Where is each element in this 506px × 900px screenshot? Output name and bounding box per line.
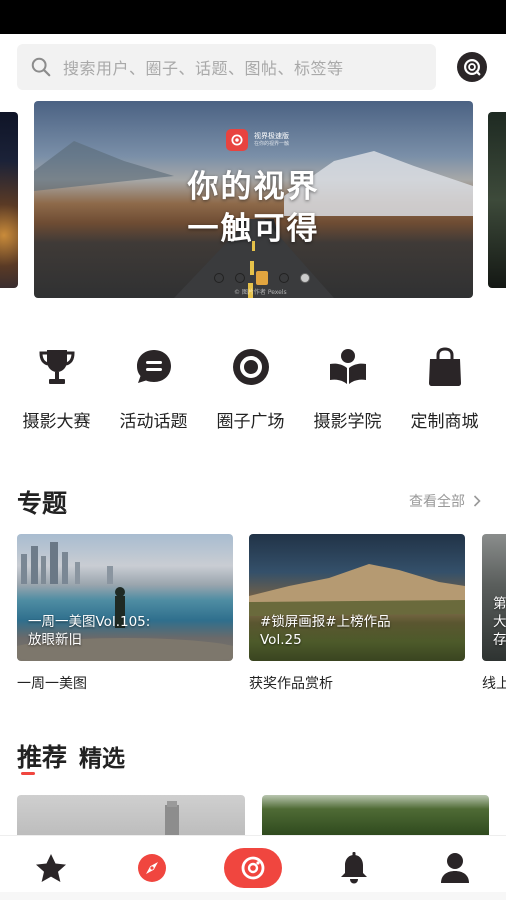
trophy-icon [37,345,77,389]
view-all-link[interactable]: 查看全部 [409,491,481,511]
banner-title-line1: 你的视界 [187,169,320,205]
banner-pagination [214,271,321,285]
topic-overlay-line: 存 [493,632,506,648]
active-tab-indicator [21,772,35,775]
topic-image: 第 大 存 [482,534,506,661]
banner-dot[interactable] [279,273,289,283]
compass-icon [137,853,166,882]
nav-favorites[interactable] [0,836,101,900]
category-label: 摄影学院 [313,412,382,432]
topic-card[interactable]: 一周一美图Vol.105: 放眼新旧 一周一美图 [17,534,233,693]
category-label: 活动话题 [119,412,188,432]
banner-prev-slide[interactable] [0,112,18,288]
topic-overlay-line: 放眼新旧 [28,632,82,648]
category-activity-topic[interactable]: 活动话题 [105,345,202,432]
status-bar [0,0,506,34]
brand-logo-icon [226,129,248,151]
topic-overlay: 第 大 存 [493,595,506,649]
bottom-nav [0,835,506,900]
topic-overlay-line: 一周一美图Vol.105: [28,614,151,630]
bell-icon [341,851,368,883]
category-photo-academy[interactable]: 摄影学院 [299,345,396,432]
banner-dot-active[interactable] [256,271,268,285]
topics-carousel: 一周一美图Vol.105: 放眼新旧 一周一美图 #锁屏画报#上榜作品 Vol.… [17,534,506,694]
banner-title-line2: 一触可得 [187,211,320,247]
search-icon [31,57,51,77]
circle-icon [231,345,271,389]
tab-recommend[interactable]: 推荐 [17,738,67,774]
nav-home[interactable] [202,836,303,900]
banner-dot[interactable] [235,273,245,283]
banner-dot[interactable] [300,273,310,283]
topic-caption: 一周一美图 [17,676,87,692]
search-bar-row: 搜索用户、圈子、话题、图帖、标签等 [0,34,506,100]
topic-overlay: #锁屏画报#上榜作品 Vol.25 [260,613,391,649]
brand-name: 视界极速版 [254,132,289,140]
feed-card-image[interactable] [262,795,489,835]
category-photo-contest[interactable]: 摄影大赛 [8,345,105,432]
app-logo-icon[interactable] [457,52,487,82]
tab-featured[interactable]: 精选 [79,739,125,773]
topic-caption: 线上 [482,676,506,692]
banner-carousel[interactable]: 视界极速版 在你的视界一触 你的视界 一触可得 © 图片作者 Pexels [0,100,506,300]
banner-slide[interactable]: 视界极速版 在你的视界一触 你的视界 一触可得 © 图片作者 Pexels [34,101,473,298]
brand-subtitle: 在你的视界一触 [254,141,290,147]
view-all-label: 查看全部 [409,494,465,510]
home-indicator [0,892,506,900]
user-icon [441,852,470,883]
topic-overlay-line: 大 [493,614,506,630]
banner-brand: 视界极速版 在你的视界一触 [226,129,289,151]
camera-eye-icon [223,847,282,888]
topic-overlay-line: Vol.25 [260,632,302,648]
banner-credit: © 图片作者 Pexels [234,289,287,296]
topic-card[interactable]: 第 大 存 线上 [482,534,506,693]
star-icon [35,853,66,882]
category-label: 定制商城 [410,412,479,432]
search-placeholder: 搜索用户、圈子、话题、图帖、标签等 [63,59,344,78]
topics-header: 专题 查看全部 [17,484,489,518]
banner-dot[interactable] [214,273,224,283]
chat-icon [134,345,174,389]
shopping-bag-icon [425,345,465,389]
topic-overlay-line: #锁屏画报#上榜作品 [260,614,391,630]
category-label: 圈子广场 [216,412,285,432]
topic-card[interactable]: #锁屏画报#上榜作品 Vol.25 获奖作品赏析 [249,534,465,693]
chevron-right-icon [473,495,481,507]
search-input[interactable]: 搜索用户、圈子、话题、图帖、标签等 [17,44,436,90]
nav-notifications[interactable] [304,836,405,900]
feed-card-image[interactable] [17,795,245,835]
category-label: 摄影大赛 [22,412,91,432]
category-circle-square[interactable]: 圈子广场 [202,345,299,432]
recommend-tabs: 推荐 精选 [17,738,125,774]
academy-book-icon [328,345,368,389]
nav-profile[interactable] [405,836,506,900]
nav-discover[interactable] [101,836,202,900]
topic-image: 一周一美图Vol.105: 放眼新旧 [17,534,233,661]
category-custom-mall[interactable]: 定制商城 [396,345,493,432]
category-shortcuts: 摄影大赛 活动话题 圈子广场 摄影学院 定制商城 [0,345,506,432]
banner-next-slide[interactable] [488,112,506,288]
topic-caption: 获奖作品赏析 [249,676,333,692]
topic-overlay: 一周一美图Vol.105: 放眼新旧 [28,613,150,649]
topic-overlay-line: 第 [493,596,506,612]
topic-image: #锁屏画报#上榜作品 Vol.25 [249,534,465,661]
